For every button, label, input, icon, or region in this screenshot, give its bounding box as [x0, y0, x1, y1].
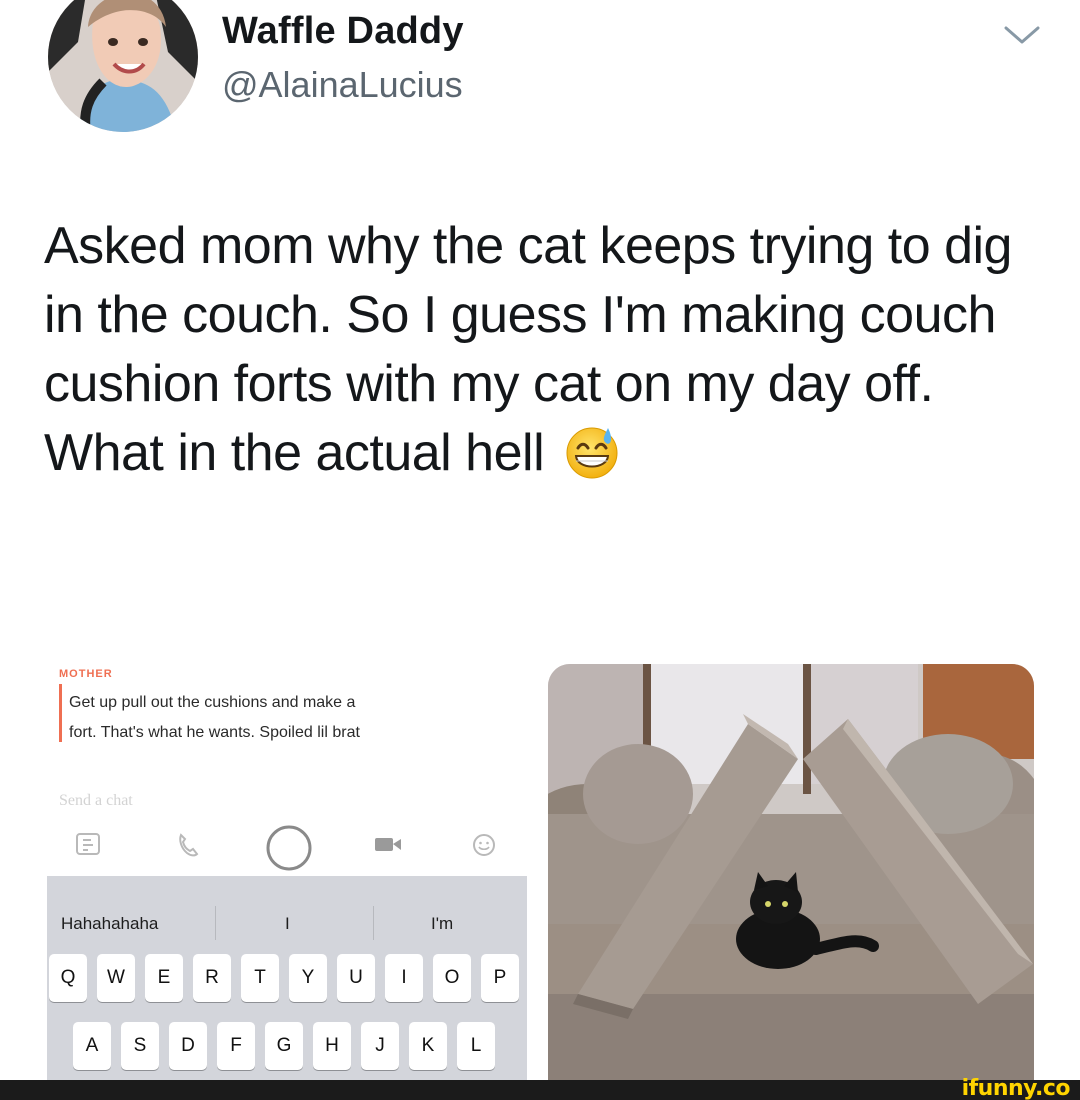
key-h[interactable]: H: [313, 1022, 351, 1070]
key-a[interactable]: A: [73, 1022, 111, 1070]
user-handle[interactable]: @AlainaLucius: [222, 64, 463, 106]
key-y[interactable]: Y: [289, 954, 327, 1002]
watermark-logo: ifunny.co: [961, 1076, 1071, 1100]
key-p[interactable]: P: [481, 954, 519, 1002]
chat-accent-bar: [59, 684, 62, 742]
display-name[interactable]: Waffle Daddy: [222, 10, 464, 53]
tweet-text: Asked mom why the cat keeps trying to di…: [44, 217, 1012, 482]
grinning-face-with-sweat-icon: [564, 424, 620, 480]
key-k[interactable]: K: [409, 1022, 447, 1070]
keyboard: Hahahahaha I I'm Q W E R T Y U I O P A S…: [47, 876, 527, 1080]
profile-avatar[interactable]: [48, 0, 198, 132]
key-e[interactable]: E: [145, 954, 183, 1002]
key-f[interactable]: F: [217, 1022, 255, 1070]
footer-bar: [0, 1080, 1080, 1100]
key-r[interactable]: R: [193, 954, 231, 1002]
key-s[interactable]: S: [121, 1022, 159, 1070]
suggestion-1[interactable]: Hahahahaha: [61, 914, 158, 934]
suggestion-3[interactable]: I'm: [431, 914, 453, 934]
emoji-icon[interactable]: [471, 832, 497, 863]
chat-message-line-1: Get up pull out the cushions and make a: [69, 694, 356, 711]
video-icon[interactable]: [373, 832, 403, 861]
key-j[interactable]: J: [361, 1022, 399, 1070]
suggestion-divider: [215, 906, 216, 940]
sticker-icon[interactable]: [75, 832, 103, 863]
key-l[interactable]: L: [457, 1022, 495, 1070]
chat-message-line-2: fort. That's what he wants. Spoiled lil …: [69, 724, 360, 741]
suggestion-divider: [373, 906, 374, 940]
chevron-down-icon[interactable]: [1000, 20, 1044, 50]
phone-icon[interactable]: [175, 832, 201, 863]
key-w[interactable]: W: [97, 954, 135, 1002]
chat-sender: MOTHER: [59, 668, 113, 680]
key-i[interactable]: I: [385, 954, 423, 1002]
chat-screenshot: MOTHER Get up pull out the cushions and …: [47, 664, 527, 1080]
tweet-body: Asked mom why the cat keeps trying to di…: [44, 212, 1034, 488]
key-o[interactable]: O: [433, 954, 471, 1002]
suggestion-2[interactable]: I: [285, 914, 290, 934]
capture-button[interactable]: [265, 824, 313, 877]
chat-input[interactable]: Send a chat: [59, 792, 133, 810]
key-g[interactable]: G: [265, 1022, 303, 1070]
key-t[interactable]: T: [241, 954, 279, 1002]
cushion-fort-photo: [548, 664, 1034, 1080]
key-d[interactable]: D: [169, 1022, 207, 1070]
key-u[interactable]: U: [337, 954, 375, 1002]
key-q[interactable]: Q: [49, 954, 87, 1002]
